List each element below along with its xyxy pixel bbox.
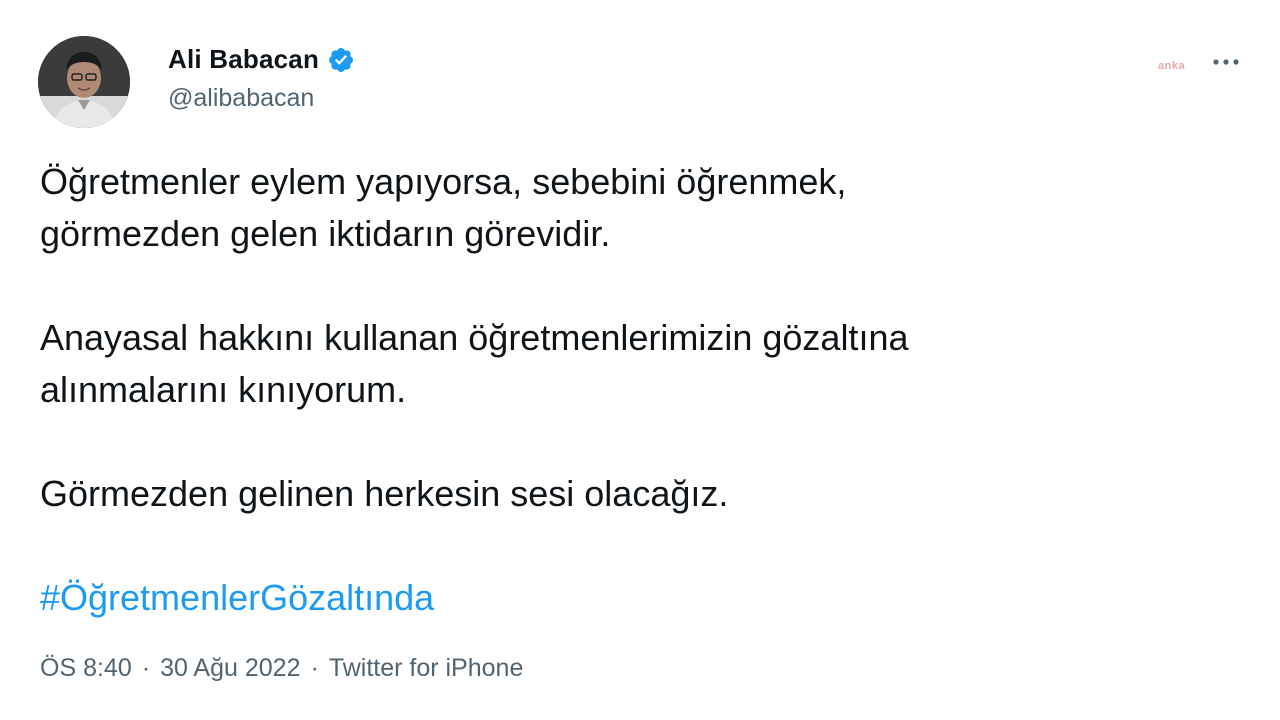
tweet-date[interactable]: 30 Ağu 2022 — [160, 654, 300, 683]
user-name-row: Ali Babacan — [168, 44, 355, 75]
tweet-paragraph: Görmezden gelinen herkesin sesi olacağız… — [40, 473, 729, 514]
user-name[interactable]: Ali Babacan — [168, 44, 319, 75]
user-handle[interactable]: @alibabacan — [168, 84, 314, 113]
profile-photo-icon — [38, 36, 130, 128]
meta-separator: · — [141, 654, 151, 682]
tweet-meta: ÖS 8:40 · 30 Ağu 2022 · Twitter for iPho… — [40, 654, 523, 683]
tweet-text: Öğretmenler eylem yapıyorsa, sebebini öğ… — [40, 156, 1240, 624]
avatar[interactable] — [38, 36, 130, 128]
tweet-time[interactable]: ÖS 8:40 — [40, 654, 132, 683]
hashtag-link[interactable]: #ÖğretmenlerGözaltında — [40, 572, 1240, 624]
tweet-card: Ali Babacan @alibabacan anka Öğretmenler… — [0, 0, 1280, 720]
more-options-icon[interactable] — [1206, 50, 1246, 74]
verified-badge-icon — [327, 46, 355, 74]
meta-separator: · — [310, 654, 319, 682]
tweet-source[interactable]: Twitter for iPhone — [329, 654, 524, 683]
tweet-paragraph: Anayasal hakkını kullanan öğretmenlerimi… — [40, 317, 909, 410]
watermark: anka — [1158, 60, 1186, 72]
tweet-paragraph: Öğretmenler eylem yapıyorsa, sebebini öğ… — [40, 161, 847, 254]
